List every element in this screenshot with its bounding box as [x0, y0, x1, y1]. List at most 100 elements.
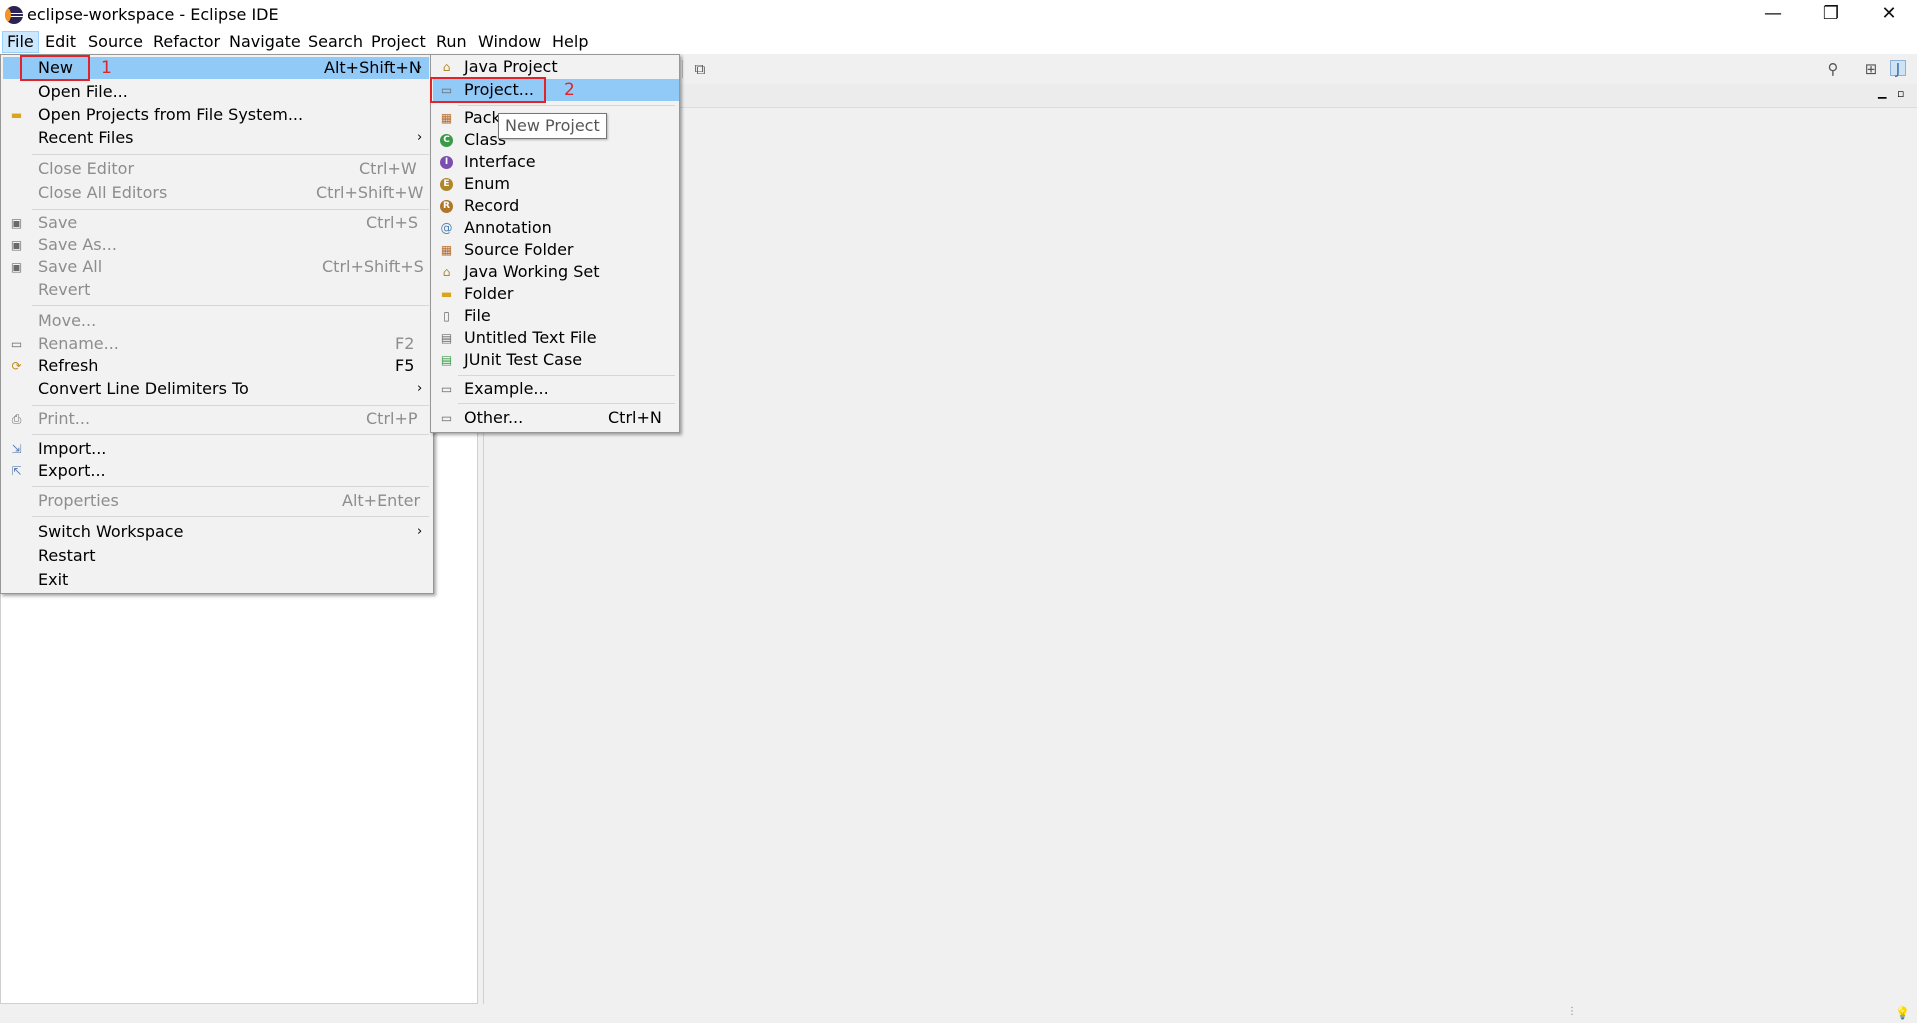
search-icon[interactable]: ⚲	[1825, 61, 1841, 77]
menu-file[interactable]: File	[2, 31, 39, 53]
example-icon: ▭	[440, 382, 453, 396]
item-label: Properties	[38, 491, 119, 510]
open-perspective-icon[interactable]: ⊞	[1863, 61, 1879, 77]
menu-item-switch-workspace[interactable]: Switch Workspace ›	[3, 521, 429, 543]
item-label: Interface	[464, 152, 536, 171]
item-label: File	[464, 306, 491, 325]
menu-item-exit[interactable]: Exit	[3, 569, 429, 591]
menu-item-save-as[interactable]: ▣ Save As...	[3, 234, 429, 256]
menu-item-recent-files[interactable]: Recent Files ›	[3, 127, 429, 149]
submenu-item-record[interactable]: R Record	[433, 195, 675, 217]
submenu-arrow-icon: ›	[417, 60, 423, 75]
status-handle-icon: ⋮	[1567, 1006, 1577, 1017]
file-icon: ▯	[443, 309, 450, 323]
item-shortcut: Ctrl+S	[366, 213, 419, 232]
close-button[interactable]: ✕	[1860, 0, 1917, 30]
minimize-view-icon[interactable]: ▁	[1878, 86, 1886, 99]
menu-project[interactable]: Project	[367, 31, 430, 53]
submenu-arrow-icon: ›	[417, 524, 423, 539]
menu-item-import[interactable]: ⇲ Import...	[3, 438, 429, 460]
submenu-item-other[interactable]: ▭ Other... Ctrl+N	[433, 407, 675, 429]
item-label: Pack	[464, 108, 501, 127]
menu-item-restart[interactable]: Restart	[3, 545, 429, 567]
item-label: Convert Line Delimiters To	[38, 379, 249, 398]
item-shortcut: Ctrl+W	[359, 159, 417, 178]
menu-separator	[32, 434, 429, 435]
menu-run[interactable]: Run	[432, 31, 471, 53]
refresh-icon: ⟳	[11, 359, 22, 373]
java-project-icon: ⌂	[442, 60, 451, 74]
menu-item-move[interactable]: Move...	[3, 310, 429, 332]
menu-separator	[458, 105, 675, 106]
item-label: Java Project	[464, 57, 558, 76]
submenu-item-folder[interactable]: ▬ Folder	[433, 283, 675, 305]
submenu-item-enum[interactable]: E Enum	[433, 173, 675, 195]
tip-bulb-icon[interactable]: 💡	[1895, 1006, 1910, 1020]
submenu-item-junit-test-case[interactable]: ▤ JUnit Test Case	[433, 349, 675, 371]
annotation-box-project	[430, 77, 546, 103]
eclipse-logo-icon	[5, 6, 23, 24]
item-label: Switch Workspace	[38, 522, 184, 541]
menu-item-open-projects[interactable]: ▬ Open Projects from File System...	[3, 104, 429, 126]
menu-item-close-editor[interactable]: Close Editor Ctrl+W	[3, 158, 429, 180]
item-shortcut: Ctrl+P	[366, 409, 418, 428]
menu-item-convert-line-delimiters[interactable]: Convert Line Delimiters To ›	[3, 378, 429, 400]
menu-item-close-all-editors[interactable]: Close All Editors Ctrl+Shift+W	[3, 182, 429, 204]
item-shortcut: Ctrl+Shift+W	[316, 183, 424, 202]
item-label: Untitled Text File	[464, 328, 597, 347]
editor-header: ▁ ▫	[483, 84, 1917, 108]
java-perspective-icon[interactable]: J	[1890, 60, 1906, 77]
item-label: Import...	[38, 439, 107, 458]
item-label: Exit	[38, 570, 69, 589]
item-label: Enum	[464, 174, 510, 193]
submenu-item-java-project[interactable]: ⌂ Java Project	[433, 56, 675, 78]
menu-navigate[interactable]: Navigate	[225, 31, 305, 53]
source-folder-icon: ▦	[440, 243, 453, 257]
item-label: Save All	[38, 257, 103, 276]
submenu-item-source-folder[interactable]: ▦ Source Folder	[433, 239, 675, 261]
submenu-item-untitled-text-file[interactable]: ▤ Untitled Text File	[433, 327, 675, 349]
menu-item-export[interactable]: ⇱ Export...	[3, 460, 429, 482]
toolbar-separator	[682, 60, 683, 78]
submenu-item-annotation[interactable]: @ Annotation	[433, 217, 675, 239]
menu-item-print[interactable]: ⎙ Print... Ctrl+P	[3, 408, 429, 430]
menu-item-revert[interactable]: Revert	[3, 279, 429, 301]
menu-item-refresh[interactable]: ⟳ Refresh F5	[3, 355, 429, 377]
menu-item-properties[interactable]: Properties Alt+Enter	[3, 490, 429, 512]
item-label: Move...	[38, 311, 97, 330]
menu-window[interactable]: Window	[474, 31, 545, 53]
submenu-item-example[interactable]: ▭ Example...	[433, 378, 675, 400]
menu-search[interactable]: Search	[304, 31, 367, 53]
export-icon: ⇱	[11, 464, 22, 478]
menu-source[interactable]: Source	[84, 31, 147, 53]
menu-help[interactable]: Help	[548, 31, 592, 53]
item-shortcut: Ctrl+Shift+S	[322, 257, 424, 276]
working-set-icon: ⌂	[442, 265, 451, 279]
junit-icon: ▤	[440, 353, 453, 367]
menu-edit[interactable]: Edit	[41, 31, 80, 53]
submenu-arrow-icon: ›	[417, 381, 423, 396]
menu-item-save[interactable]: ▣ Save Ctrl+S	[3, 212, 429, 234]
item-label: Save	[38, 213, 78, 232]
item-shortcut: Alt+Enter	[342, 491, 421, 510]
menu-separator	[32, 405, 429, 406]
item-label: Other...	[464, 408, 524, 427]
submenu-arrow-icon: ›	[417, 130, 423, 145]
submenu-item-interface[interactable]: I Interface	[433, 151, 675, 173]
menu-item-save-all[interactable]: ▣ Save All Ctrl+Shift+S	[3, 256, 429, 278]
toolbar-open-icon[interactable]: ⧉	[692, 61, 708, 77]
title-bar: eclipse-workspace - Eclipse IDE — ❐ ✕	[0, 0, 1917, 30]
new-submenu: ⌂ Java Project ▭ Project... ▦ Pack C Cla…	[430, 54, 680, 433]
save-all-icon: ▣	[10, 260, 23, 274]
menu-item-rename[interactable]: ▭ Rename... F2	[3, 333, 429, 355]
maximize-view-icon[interactable]: ▫	[1897, 87, 1904, 100]
item-label: Revert	[38, 280, 91, 299]
record-icon: R	[440, 200, 453, 213]
menu-refactor[interactable]: Refactor	[149, 31, 224, 53]
restore-button[interactable]: ❐	[1802, 0, 1860, 30]
submenu-item-file[interactable]: ▯ File	[433, 305, 675, 327]
minimize-button[interactable]: —	[1744, 0, 1802, 30]
status-bar: ⋮ 💡	[0, 1004, 1917, 1023]
menu-item-open-file[interactable]: Open File...	[3, 81, 429, 103]
submenu-item-java-working-set[interactable]: ⌂ Java Working Set	[433, 261, 675, 283]
